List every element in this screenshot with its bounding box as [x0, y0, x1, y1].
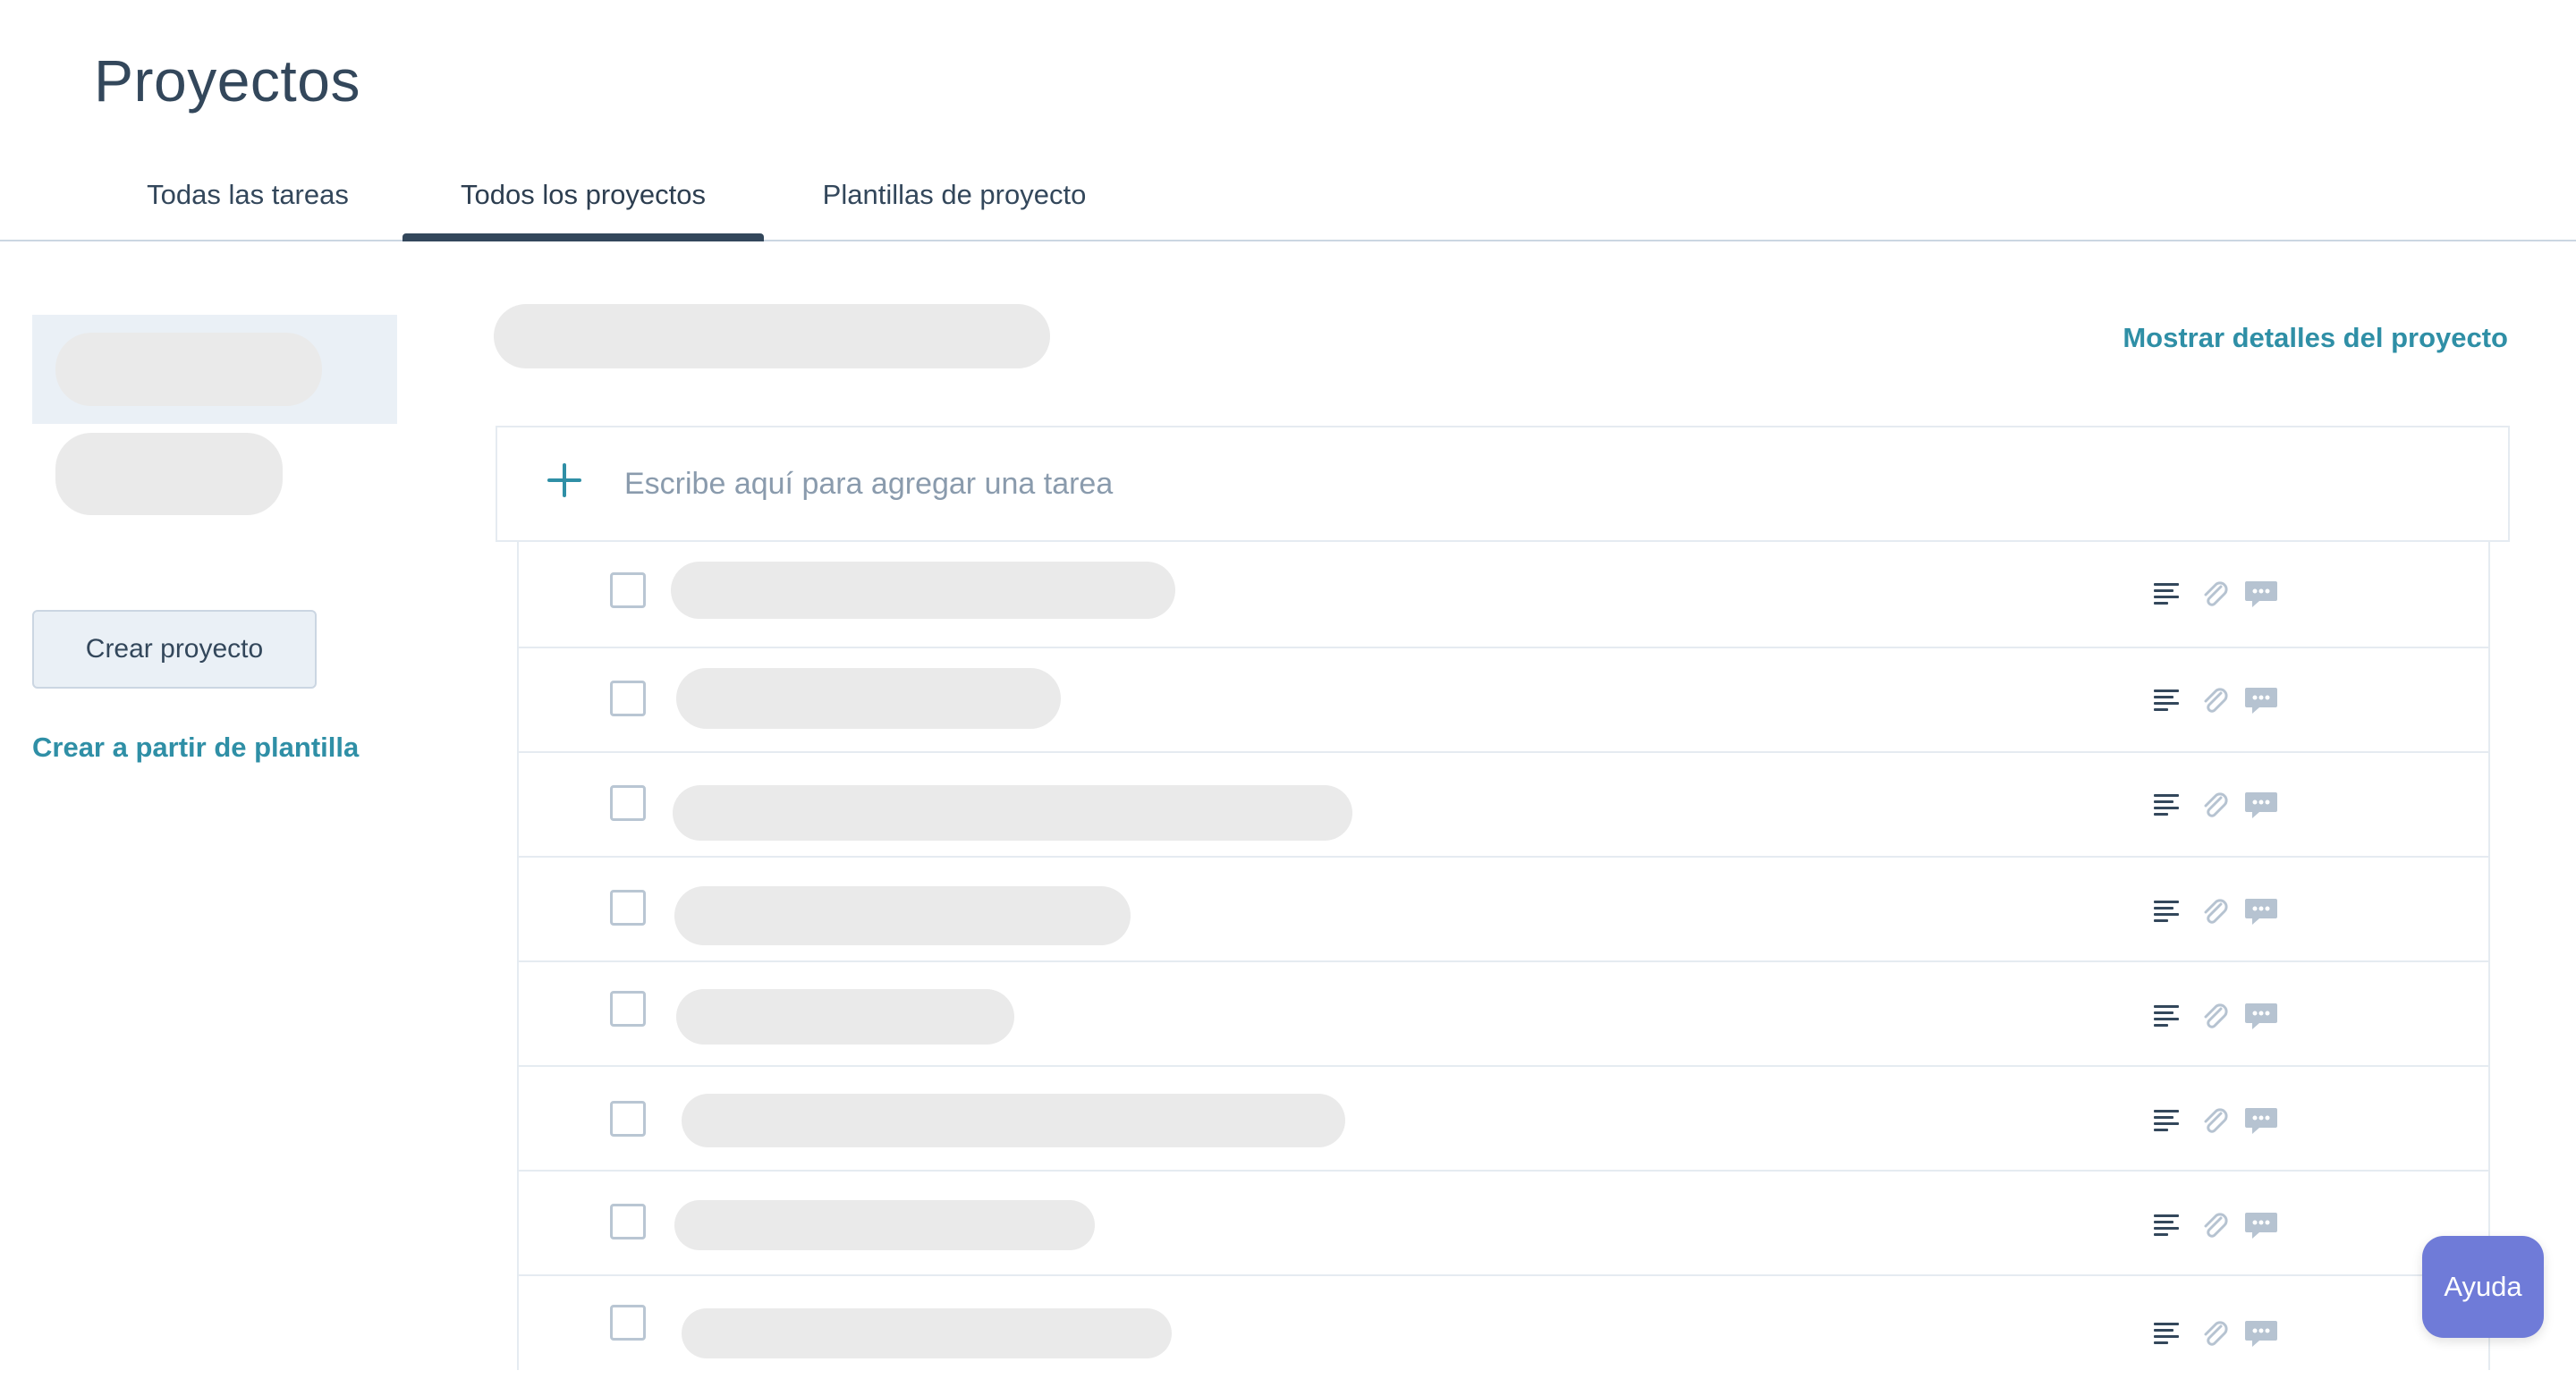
- sidebar-item-skeleton[interactable]: [55, 433, 283, 515]
- comment-icon[interactable]: [2243, 682, 2279, 718]
- task-checkbox[interactable]: [610, 1305, 646, 1341]
- task-checkbox[interactable]: [610, 572, 646, 608]
- task-checkbox[interactable]: [610, 1204, 646, 1239]
- description-icon[interactable]: [2148, 1207, 2184, 1243]
- task-name-skeleton: [682, 1308, 1172, 1358]
- create-project-button[interactable]: Crear proyecto: [32, 610, 317, 689]
- comment-icon[interactable]: [2243, 1207, 2279, 1243]
- task-name-skeleton: [682, 1094, 1345, 1147]
- task-name-skeleton: [671, 562, 1175, 619]
- task-icons: [2148, 682, 2283, 718]
- description-icon[interactable]: [2148, 998, 2184, 1034]
- task-checkbox[interactable]: [610, 890, 646, 926]
- task-icons: [2148, 1207, 2283, 1243]
- plus-icon[interactable]: [547, 463, 581, 497]
- task-row[interactable]: [519, 647, 2488, 753]
- task-icons: [2148, 1316, 2283, 1351]
- comment-icon[interactable]: [2243, 1316, 2279, 1351]
- paperclip-icon[interactable]: [2197, 682, 2233, 718]
- add-task-input[interactable]: [623, 454, 2326, 513]
- paperclip-icon[interactable]: [2197, 998, 2233, 1034]
- comment-icon[interactable]: [2243, 1103, 2279, 1138]
- comment-icon[interactable]: [2243, 576, 2279, 612]
- task-row[interactable]: [519, 1170, 2488, 1276]
- task-icons: [2148, 893, 2283, 929]
- task-icons: [2148, 576, 2283, 612]
- show-project-details-link[interactable]: Mostrar detalles del proyecto: [2123, 322, 2508, 354]
- task-row[interactable]: [519, 542, 2488, 648]
- sidebar-item-skeleton: [55, 333, 322, 406]
- paperclip-icon[interactable]: [2197, 893, 2233, 929]
- description-icon[interactable]: [2148, 787, 2184, 823]
- description-icon[interactable]: [2148, 1103, 2184, 1138]
- comment-icon[interactable]: [2243, 787, 2279, 823]
- paperclip-icon[interactable]: [2197, 1207, 2233, 1243]
- description-icon[interactable]: [2148, 576, 2184, 612]
- help-button[interactable]: Ayuda: [2422, 1236, 2544, 1338]
- task-checkbox[interactable]: [610, 991, 646, 1027]
- task-icons: [2148, 998, 2283, 1034]
- add-task-bar[interactable]: [496, 426, 2510, 542]
- task-icons: [2148, 1103, 2283, 1138]
- page-title: Proyectos: [94, 47, 360, 114]
- description-icon[interactable]: [2148, 893, 2184, 929]
- tab-bar: Todas las tareas Todos los proyectos Pla…: [0, 150, 2576, 241]
- paperclip-icon[interactable]: [2197, 576, 2233, 612]
- comment-icon[interactable]: [2243, 893, 2279, 929]
- task-row[interactable]: [519, 1065, 2488, 1172]
- task-list: [517, 542, 2490, 1370]
- tab-all-tasks[interactable]: Todas las tareas: [118, 150, 377, 240]
- create-from-template-link[interactable]: Crear a partir de plantilla: [32, 732, 359, 764]
- task-row[interactable]: [519, 751, 2488, 858]
- tab-project-templates[interactable]: Plantillas de proyecto: [789, 150, 1120, 240]
- task-checkbox[interactable]: [610, 785, 646, 821]
- tab-all-projects[interactable]: Todos los proyectos: [402, 150, 764, 241]
- task-row[interactable]: [519, 856, 2488, 962]
- description-icon[interactable]: [2148, 682, 2184, 718]
- task-checkbox[interactable]: [610, 1101, 646, 1137]
- task-icons: [2148, 787, 2283, 823]
- task-checkbox[interactable]: [610, 681, 646, 716]
- description-icon[interactable]: [2148, 1316, 2184, 1351]
- paperclip-icon[interactable]: [2197, 1103, 2233, 1138]
- paperclip-icon[interactable]: [2197, 787, 2233, 823]
- task-name-skeleton: [673, 785, 1352, 841]
- paperclip-icon[interactable]: [2197, 1316, 2233, 1351]
- task-name-skeleton: [674, 886, 1131, 945]
- task-row[interactable]: [519, 1274, 2488, 1379]
- task-name-skeleton: [676, 989, 1014, 1045]
- task-row[interactable]: [519, 960, 2488, 1067]
- task-name-skeleton: [674, 1200, 1095, 1250]
- project-title-skeleton: [494, 304, 1050, 368]
- task-name-skeleton: [676, 668, 1061, 729]
- comment-icon[interactable]: [2243, 998, 2279, 1034]
